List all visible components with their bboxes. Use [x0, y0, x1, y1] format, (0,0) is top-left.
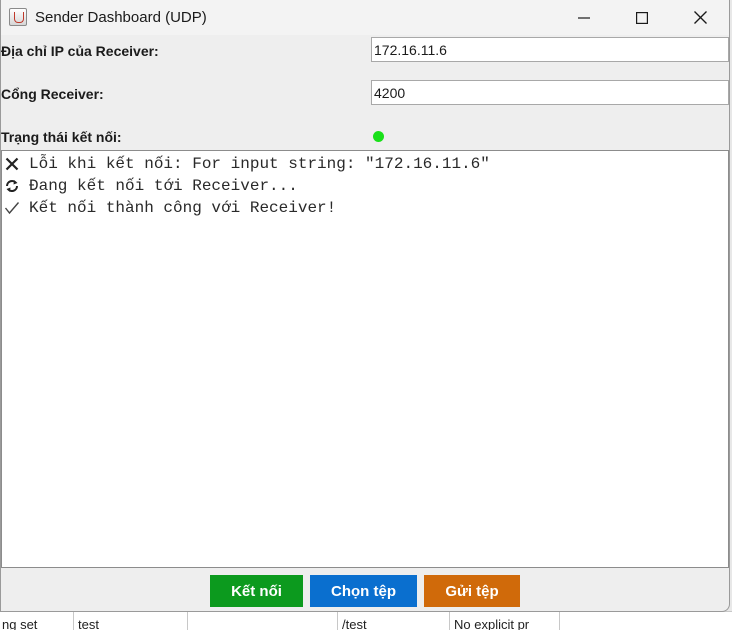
background-cell: No explicit pr	[449, 612, 559, 630]
log-line: Kết nối thành công với Receiver!	[2, 197, 336, 219]
title-bar[interactable]: Sender Dashboard (UDP)	[1, 0, 729, 35]
minimize-button[interactable]	[561, 0, 607, 35]
log-text: Đang kết nối tới Receiver...	[29, 177, 298, 195]
log-line: Lỗi khi kết nối: For input string: "172.…	[2, 153, 490, 175]
background-cell: /test	[337, 612, 449, 630]
background-cell	[559, 612, 732, 630]
close-icon	[693, 11, 707, 24]
background-table: ng set test /test No explicit pr	[0, 611, 732, 630]
send-file-button[interactable]: Gửi tệp	[424, 575, 520, 607]
port-input[interactable]	[371, 80, 729, 105]
ip-input[interactable]	[371, 37, 729, 62]
background-cell	[187, 612, 337, 630]
ip-label: Địa chỉ IP của Receiver:	[1, 43, 159, 59]
refresh-icon	[2, 175, 22, 197]
java-app-icon	[9, 8, 27, 26]
close-window-button[interactable]	[677, 0, 723, 35]
maximize-icon	[636, 11, 648, 24]
log-text: Lỗi khi kết nối: For input string: "172.…	[29, 155, 490, 173]
log-area[interactable]: Lỗi khi kết nối: For input string: "172.…	[1, 150, 729, 568]
background-cell: ng set	[2, 617, 38, 630]
log-line: Đang kết nối tới Receiver...	[2, 175, 298, 197]
window-title: Sender Dashboard (UDP)	[35, 9, 207, 26]
choose-file-button[interactable]: Chọn tệp	[310, 575, 417, 607]
sender-window: Sender Dashboard (UDP) Địa chỉ IP của Re…	[0, 0, 730, 612]
close-icon	[2, 153, 22, 175]
log-text: Kết nối thành công với Receiver!	[29, 199, 337, 217]
status-indicator	[373, 131, 384, 142]
checkmark-icon	[2, 197, 22, 219]
connect-button[interactable]: Kết nối	[210, 575, 303, 607]
port-label: Cổng Receiver:	[1, 86, 104, 102]
background-cell: test	[73, 612, 187, 630]
status-label: Trạng thái kết nối:	[1, 129, 122, 145]
maximize-button[interactable]	[619, 0, 665, 35]
minimize-icon	[578, 16, 590, 19]
